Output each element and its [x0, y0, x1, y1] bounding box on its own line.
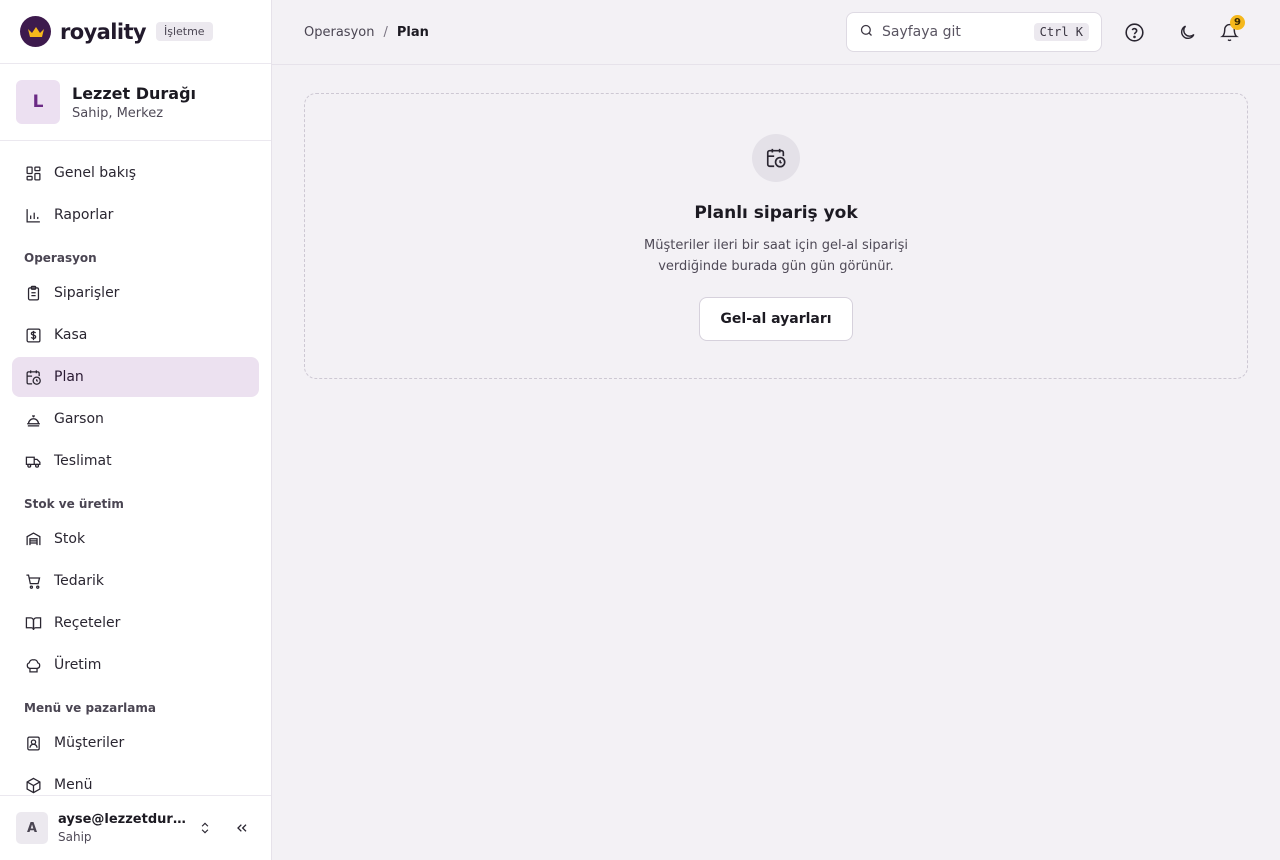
bell-icon[interactable]: 9: [1217, 15, 1245, 44]
sidebar-item-cashier[interactable]: Kasa: [12, 315, 259, 355]
sidebar-item-label: Reçeteler: [54, 615, 121, 631]
nav-section-menu: Menü ve pazarlama: [24, 701, 156, 715]
cash-register-icon: [24, 326, 42, 344]
sidebar-item-supply[interactable]: Tedarik: [12, 561, 259, 601]
search-shortcut: Ctrl K: [1033, 23, 1089, 41]
bar-chart-icon: [24, 206, 42, 224]
sidebar-nav: Genel bakış Raporlar Operasyon Siparişle…: [0, 141, 271, 805]
breadcrumb: Operasyon / Plan: [304, 25, 429, 40]
empty-state-card: Planlı sipariş yok Müşteriler ileri bir …: [304, 93, 1248, 379]
sidebar-item-stock[interactable]: Stok: [12, 519, 259, 559]
moon-icon[interactable]: [1175, 20, 1199, 44]
org-switcher[interactable]: L Lezzet Durağı Sahip, Merkez: [0, 64, 271, 141]
sidebar-item-delivery[interactable]: Teslimat: [12, 441, 259, 481]
sidebar-item-orders[interactable]: Siparişler: [12, 273, 259, 313]
search-placeholder: Sayfaya git: [882, 24, 961, 40]
sidebar-item-plan[interactable]: Plan: [12, 357, 259, 397]
sidebar-item-label: Genel bakış: [54, 165, 137, 181]
breadcrumb-current: Plan: [396, 24, 429, 40]
notification-badge: 9: [1230, 15, 1245, 30]
search-input[interactable]: Sayfaya git Ctrl K: [846, 12, 1102, 52]
sidebar-item-label: Üretim: [54, 657, 102, 673]
calendar-clock-icon: [752, 134, 800, 182]
calendar-clock-icon: [24, 368, 42, 386]
clipboard-list-icon: [24, 284, 42, 302]
empty-state-title: Planlı sipariş yok: [694, 203, 858, 223]
crown-logo-icon[interactable]: [20, 16, 51, 47]
chevrons-up-down-icon[interactable]: [194, 817, 216, 839]
sidebar-item-label: Tedarik: [54, 573, 105, 589]
user-menu[interactable]: A ayse@lezzetduragi.com Sahip: [0, 795, 271, 860]
chef-hat-icon: [24, 656, 42, 674]
breadcrumb-separator: /: [383, 24, 388, 40]
nav-section-operations: Operasyon: [24, 251, 97, 265]
user-role: Sahip: [58, 830, 92, 844]
shopping-cart-icon: [24, 572, 42, 590]
contact-card-icon: [24, 734, 42, 752]
sidebar-item-label: Raporlar: [54, 207, 114, 223]
sidebar-item-label: Stok: [54, 531, 86, 547]
topbar: Operasyon / Plan Sayfaya git Ctrl K 9: [272, 0, 1280, 65]
sidebar-item-waiter[interactable]: Garson: [12, 399, 259, 439]
sidebar-item-production[interactable]: Üretim: [12, 645, 259, 685]
sidebar-item-reports[interactable]: Raporlar: [12, 195, 259, 235]
org-avatar: L: [16, 80, 60, 124]
package-icon: [24, 776, 42, 794]
user-email: ayse@lezzetduragi.com: [58, 812, 186, 827]
dashboard-icon: [24, 164, 42, 182]
org-role: Sahip, Merkez: [72, 105, 164, 121]
avatar: A: [16, 812, 48, 844]
sidebar-item-label: Teslimat: [54, 453, 112, 469]
brand-header: royality İşletme: [0, 0, 271, 64]
org-name: Lezzet Durağı: [72, 83, 197, 103]
sidebar-item-label: Plan: [54, 369, 84, 385]
empty-state-description: Müşteriler ileri bir saat için gel-al si…: [644, 238, 908, 274]
book-open-icon: [24, 614, 42, 632]
sidebar-item-recipes[interactable]: Reçeteler: [12, 603, 259, 643]
nav-section-stock: Stok ve üretim: [24, 497, 124, 511]
pickup-settings-button[interactable]: Gel-al ayarları: [699, 297, 853, 341]
brand-name: royality: [60, 19, 147, 44]
collapse-sidebar-icon[interactable]: [230, 816, 254, 840]
sidebar-item-label: Garson: [54, 411, 104, 427]
sidebar-item-label: Kasa: [54, 327, 88, 343]
cloche-icon: [24, 410, 42, 428]
sidebar-item-label: Siparişler: [54, 285, 120, 301]
sidebar-item-label: Müşteriler: [54, 735, 125, 751]
help-icon[interactable]: [1122, 20, 1146, 44]
sidebar-item-overview[interactable]: Genel bakış: [12, 153, 259, 193]
search-icon: [859, 23, 874, 42]
warehouse-icon: [24, 530, 42, 548]
truck-icon: [24, 452, 42, 470]
sidebar-item-label: Menü: [54, 777, 93, 793]
sidebar-item-customers[interactable]: Müşteriler: [12, 723, 259, 763]
breadcrumb-parent[interactable]: Operasyon: [304, 25, 374, 40]
sidebar: royality İşletme L Lezzet Durağı Sahip, …: [0, 0, 272, 860]
brand-badge: İşletme: [155, 22, 213, 41]
